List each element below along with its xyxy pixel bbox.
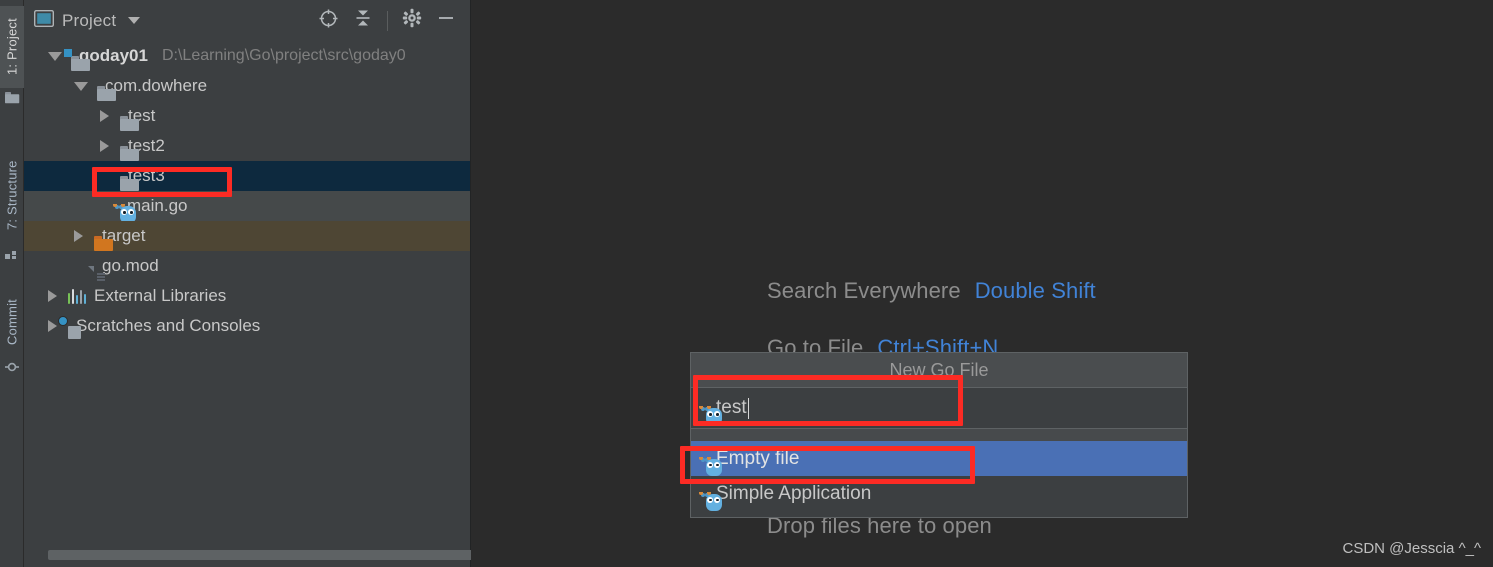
hint-action-label: Search Everywhere: [767, 278, 961, 303]
gear-icon[interactable]: [402, 8, 422, 33]
tool-window-stripe: 1: Project 7: Structure Commit: [0, 0, 24, 567]
project-path: D:\Learning\Go\project\src\goday0: [161, 47, 406, 64]
chevron-right-icon[interactable]: [48, 290, 57, 302]
chevron-right-icon[interactable]: [100, 140, 109, 152]
popup-title: New Go File: [691, 353, 1187, 387]
sidebar-item-commit[interactable]: Commit: [0, 286, 24, 358]
tree-row-label: go.mod: [102, 256, 159, 275]
libraries-icon: [68, 288, 87, 304]
tree-row-scratches-and-consoles[interactable]: Scratches and Consoles: [24, 311, 470, 341]
chevron-right-icon[interactable]: [74, 230, 83, 242]
horizontal-scrollbar[interactable]: [24, 539, 475, 567]
page-title: Project: [62, 10, 117, 30]
chevron-right-icon[interactable]: [100, 110, 109, 122]
tree-row-target[interactable]: target: [24, 221, 470, 251]
tree-row-label: com.dowhere: [105, 76, 208, 95]
stripe-tab-label: 1: Project: [4, 18, 20, 76]
tree-row-goday01[interactable]: goday01 D:\Learning\Go\project\src\goday…: [24, 41, 470, 71]
tree-row-test2[interactable]: test2: [24, 131, 470, 161]
project-view-icon: [33, 9, 55, 32]
scrollbar-thumb[interactable]: [48, 550, 475, 560]
tree-row-label: main.go: [127, 196, 188, 215]
collapse-all-icon[interactable]: [353, 8, 373, 33]
app-window: 1: Project 7: Structure Commit Project g…: [0, 0, 1493, 567]
stripe-tab-label: 7: Structure: [4, 160, 20, 230]
hint-shortcut: Double Shift: [974, 278, 1096, 303]
filename-input[interactable]: test: [691, 387, 1187, 429]
popup-option-simple-application[interactable]: Simple Application: [691, 476, 1187, 511]
chevron-down-icon[interactable]: [128, 17, 141, 24]
sidebar-item-project[interactable]: 1: Project: [0, 6, 24, 88]
hint-search-everywhere: Search Everywhere Double Shift: [767, 278, 1096, 304]
project-panel-header: Project: [24, 0, 470, 41]
popup-option-label: Simple Application: [716, 482, 872, 504]
stripe-tab-label: Commit: [4, 299, 20, 345]
commit-icon: [5, 360, 19, 374]
text-caret: [747, 397, 750, 419]
watermark: CSDN @Jesscia ^_^: [1342, 540, 1481, 557]
tree-row-external-libraries[interactable]: External Libraries: [24, 281, 470, 311]
tree-row-label: External Libraries: [94, 286, 227, 305]
structure-icon: [5, 246, 19, 260]
tree-row-label: Scratches and Consoles: [76, 316, 261, 335]
tree-row-go-mod[interactable]: go.mod: [24, 251, 470, 281]
sidebar-item-structure[interactable]: 7: Structure: [0, 146, 24, 244]
chevron-down-icon[interactable]: [74, 81, 88, 91]
popup-option-empty-file[interactable]: Empty file: [691, 441, 1187, 476]
chevron-right-icon[interactable]: [48, 320, 57, 332]
minimize-icon[interactable]: [436, 8, 456, 33]
new-go-file-popup[interactable]: New Go File test Empty file Simple Appli…: [690, 352, 1188, 518]
chevron-down-icon[interactable]: [48, 51, 62, 61]
project-folder-icon: [5, 92, 20, 106]
tree-row-main-go[interactable]: main.go: [24, 191, 470, 223]
popup-separator: [691, 429, 1187, 441]
tree-row-com-dowhere[interactable]: com.dowhere: [24, 71, 470, 101]
select-opened-file-icon[interactable]: [318, 8, 339, 34]
tree-row-test[interactable]: test: [24, 101, 470, 131]
project-tree[interactable]: goday01 D:\Learning\Go\project\src\goday…: [24, 41, 470, 539]
project-tool-window: Project goday01 D:\Learning\Go\project\s…: [24, 0, 475, 567]
toolbar-divider: [387, 10, 388, 31]
tree-row-test3[interactable]: test3: [24, 161, 470, 191]
popup-option-label: Empty file: [716, 447, 800, 469]
